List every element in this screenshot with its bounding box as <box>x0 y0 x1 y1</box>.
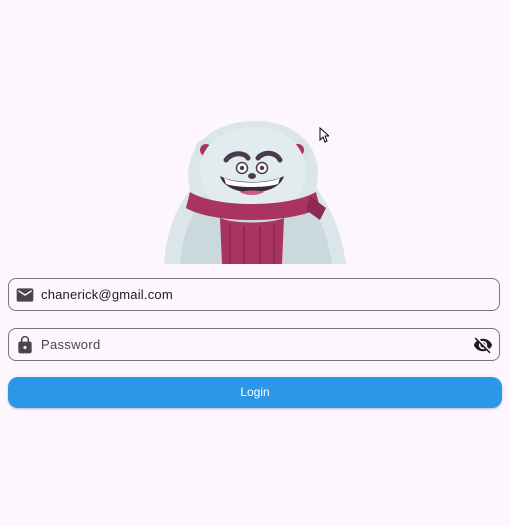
email-value: chanerick@gmail.com <box>41 287 173 302</box>
password-placeholder: Password <box>41 337 101 352</box>
password-field[interactable]: Password <box>8 328 500 361</box>
mouse-pointer-icon <box>319 127 329 143</box>
mail-icon <box>16 288 34 302</box>
lock-icon <box>18 335 32 354</box>
login-button[interactable]: Login <box>8 377 502 408</box>
email-field[interactable]: chanerick@gmail.com <box>8 278 500 311</box>
eye-off-icon[interactable] <box>473 335 493 355</box>
